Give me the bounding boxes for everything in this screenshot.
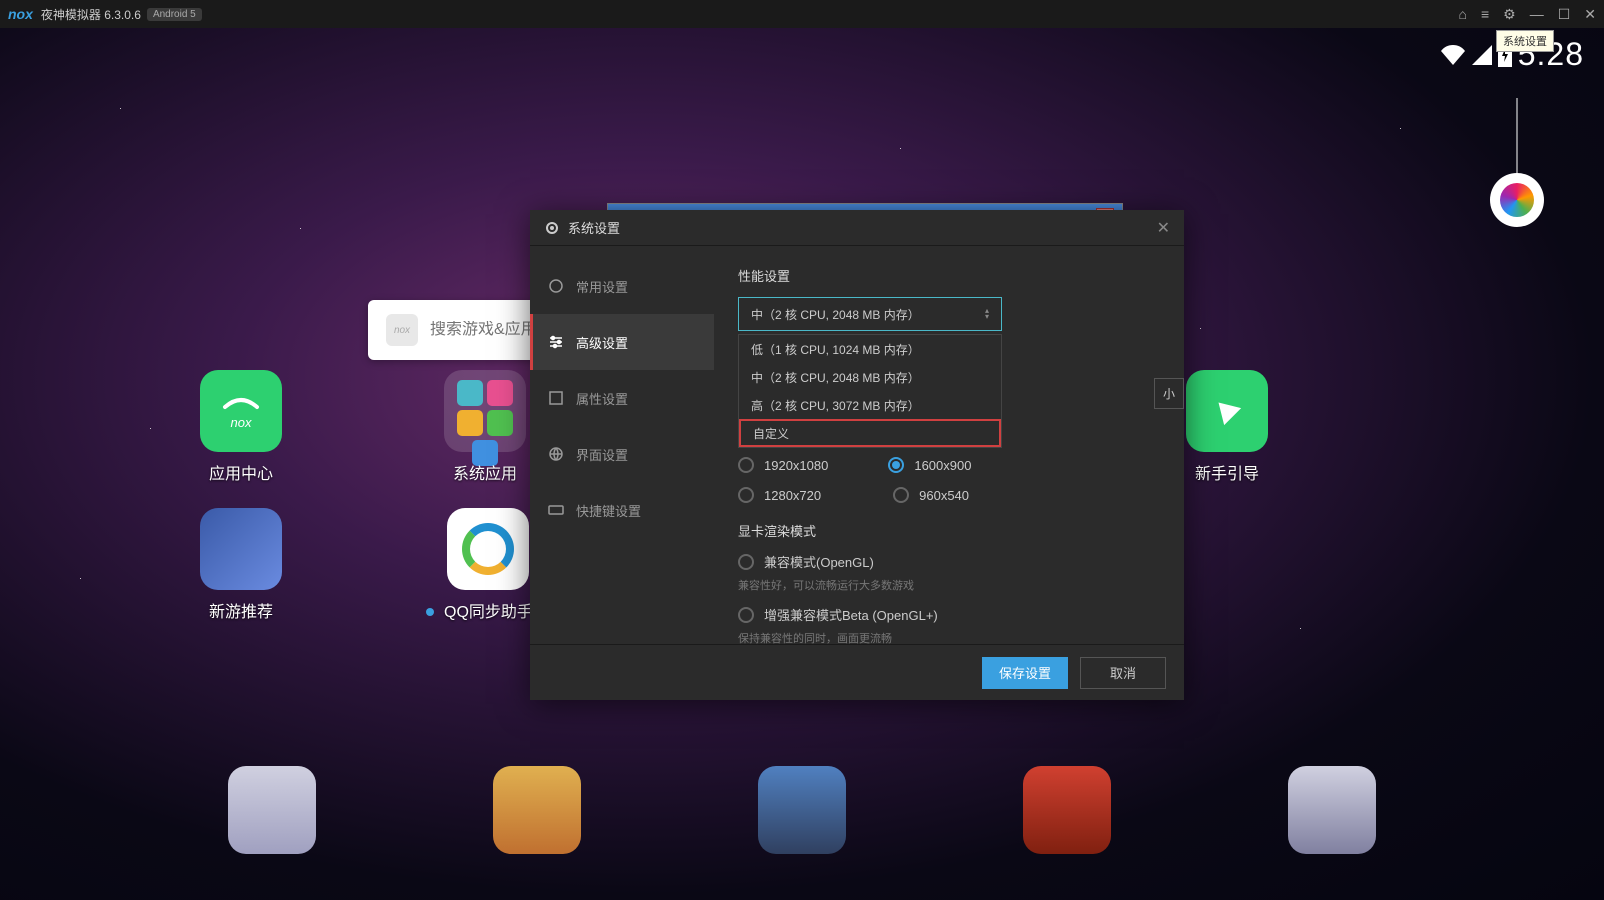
close-icon[interactable]: ✕	[1584, 6, 1596, 23]
settings-sidebar: 常用设置 高级设置 属性设置 界面设置 快捷键设置	[530, 246, 714, 644]
dropdown-arrows-icon: ▴▾	[985, 308, 989, 320]
radio-label: 兼容模式(OpenGL)	[764, 552, 874, 571]
sidebar-item-interface[interactable]: 界面设置	[530, 426, 714, 482]
radio-label: 960x540	[919, 488, 969, 503]
app-label: 新手引导	[1195, 460, 1259, 484]
radio-label: 1600x900	[914, 458, 971, 473]
app-label: 系统应用	[453, 460, 517, 484]
nox-logo-icon: nox	[386, 314, 418, 346]
dock-app-2[interactable]	[493, 766, 581, 854]
app-label: 新游推荐	[209, 598, 273, 622]
perf-option-custom[interactable]: 自定义	[739, 419, 1001, 447]
menu-icon[interactable]: ≡	[1481, 6, 1489, 22]
settings-dialog: 系统设置 ✕ 常用设置 高级设置 属性设置 界面设置 快捷键设置	[530, 210, 1184, 700]
brand-logo: nox	[8, 6, 33, 22]
wifi-icon	[1440, 45, 1466, 65]
dock-app-3[interactable]	[758, 766, 846, 854]
cancel-button[interactable]: 取消	[1080, 657, 1166, 689]
radio-label: 1920x1080	[764, 458, 828, 473]
save-button[interactable]: 保存设置	[982, 657, 1068, 689]
dock-app-5[interactable]	[1288, 766, 1376, 854]
sidebar-item-label: 常用设置	[576, 277, 628, 296]
dock-app-4[interactable]	[1023, 766, 1111, 854]
app-guide[interactable]: 新手引导	[1186, 370, 1268, 484]
settings-content: 性能设置 中（2 核 CPU, 2048 MB 内存） ▴▾ 低（1 核 CPU…	[714, 246, 1184, 644]
resolution-1280[interactable]: 1280x720	[738, 487, 821, 503]
sidebar-item-label: 快捷键设置	[576, 501, 641, 520]
gear-icon[interactable]: ⚙	[1503, 6, 1516, 23]
perf-option-high[interactable]: 高（2 核 CPU, 3072 MB 内存）	[739, 391, 1001, 419]
window-controls: ⌂ ≡ ⚙ — ☐ ✕	[1459, 6, 1597, 23]
settings-title: 系统设置	[568, 218, 620, 237]
sidebar-item-property[interactable]: 属性设置	[530, 370, 714, 426]
floating-widget[interactable]	[1490, 173, 1544, 227]
sidebar-item-common[interactable]: 常用设置	[530, 258, 714, 314]
app-system[interactable]: 系统应用	[444, 370, 526, 484]
dock	[0, 720, 1604, 900]
perf-dropdown[interactable]: 中（2 核 CPU, 2048 MB 内存） ▴▾	[738, 297, 1002, 331]
perf-option-mid[interactable]: 中（2 核 CPU, 2048 MB 内存）	[739, 363, 1001, 391]
sidebar-item-label: 界面设置	[576, 445, 628, 464]
sidebar-item-label: 属性设置	[576, 389, 628, 408]
render-label: 显卡渲染模式	[738, 521, 1160, 540]
sidebar-item-label: 高级设置	[576, 333, 628, 352]
tooltip: 系统设置	[1496, 30, 1554, 52]
render-opengl[interactable]: 兼容模式(OpenGL)	[738, 552, 1160, 571]
sidebar-item-advanced[interactable]: 高级设置	[530, 314, 714, 370]
app-newgames[interactable]: 新游推荐	[200, 508, 282, 622]
home-icon[interactable]: ⌂	[1459, 6, 1467, 22]
resolution-1920[interactable]: 1920x1080	[738, 457, 828, 473]
dropdown-value: 中（2 核 CPU, 2048 MB 内存）	[751, 306, 920, 323]
dock-app-1[interactable]	[228, 766, 316, 854]
android-badge: Android 5	[147, 8, 202, 21]
app-title: 夜神模拟器 6.3.0.6	[41, 6, 141, 23]
maximize-icon[interactable]: ☐	[1558, 6, 1571, 23]
size-button-partial[interactable]: 小	[1154, 378, 1184, 409]
settings-header: 系统设置 ✕	[530, 210, 1184, 246]
radio-label: 1280x720	[764, 488, 821, 503]
titlebar: nox 夜神模拟器 6.3.0.6 Android 5 ⌂ ≡ ⚙ — ☐ ✕	[0, 0, 1604, 28]
perf-dropdown-list: 低（1 核 CPU, 1024 MB 内存） 中（2 核 CPU, 2048 M…	[738, 334, 1002, 448]
radio-label: 增强兼容模式Beta (OpenGL+)	[764, 605, 938, 624]
notification-dot	[426, 608, 434, 616]
app-label: 应用中心	[209, 460, 273, 484]
resolution-960[interactable]: 960x540	[893, 487, 969, 503]
app-label: QQ同步助手	[444, 598, 533, 622]
close-icon[interactable]: ✕	[1157, 218, 1170, 238]
perf-option-low[interactable]: 低（1 核 CPU, 1024 MB 内存）	[739, 335, 1001, 363]
gear-icon	[544, 220, 560, 236]
render-openglplus-help: 保持兼容性的同时，画面更流畅	[738, 630, 1160, 644]
app-qqsync[interactable]: QQ同步助手	[444, 508, 533, 622]
render-openglplus[interactable]: 增强兼容模式Beta (OpenGL+)	[738, 605, 1160, 624]
settings-footer: 保存设置 取消	[530, 644, 1184, 700]
minimize-icon[interactable]: —	[1530, 6, 1544, 22]
resolution-1600[interactable]: 1600x900	[888, 457, 971, 473]
signal-icon	[1472, 45, 1492, 65]
sidebar-item-shortcut[interactable]: 快捷键设置	[530, 482, 714, 538]
render-opengl-help: 兼容性好，可以流畅运行大多数游戏	[738, 577, 1160, 593]
app-appcenter[interactable]: nox 应用中心	[200, 370, 282, 484]
perf-label: 性能设置	[738, 266, 1160, 285]
svg-text:nox: nox	[231, 415, 252, 430]
